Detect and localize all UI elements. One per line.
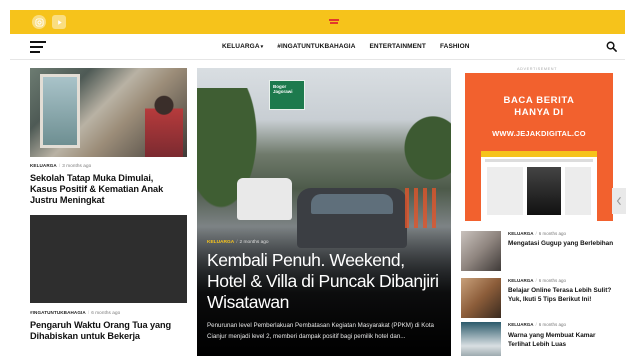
article-meta: KELUARGA/6 months ago: [508, 278, 567, 283]
article-title[interactable]: Sekolah Tatap Muka Dimulai, Kasus Positi…: [30, 173, 180, 206]
article-category[interactable]: KELUARGA: [508, 278, 534, 283]
chevron-down-icon: ▾: [260, 44, 264, 50]
search-icon[interactable]: [606, 41, 617, 52]
hero-title[interactable]: Kembali Penuh. Weekend, Hotel & Villa di…: [207, 250, 447, 313]
nav-item-entertainment[interactable]: ENTERTAINMENT: [370, 43, 426, 50]
article-thumbnail[interactable]: [461, 322, 501, 356]
main-navigation: KELUARGA▾ #INGATUNTUKBAHAGIA ENTERTAINME…: [10, 34, 625, 60]
article-meta: KELUARGA/6 months ago: [508, 322, 567, 327]
article-thumbnail[interactable]: [30, 215, 187, 303]
advertisement-banner[interactable]: BACA BERITA HANYA DI WWW.JEJAKDIGITAL.CO: [465, 73, 613, 221]
article-meta: KELUARGA/6 months ago: [508, 231, 567, 236]
thumbnail-person-shape: [145, 88, 183, 157]
thumbnail-window-shape: [40, 74, 80, 148]
hamburger-icon[interactable]: [30, 41, 46, 53]
hero-car-shape: [237, 178, 292, 220]
nav-item-keluarga[interactable]: KELUARGA▾: [222, 43, 263, 50]
article-title[interactable]: Mengatasi Gugup yang Berlebihan: [508, 239, 616, 248]
ad-label: ADVERTISEMENT: [517, 67, 558, 71]
site-logo[interactable]: [329, 18, 339, 26]
chevron-left-icon[interactable]: [612, 188, 626, 214]
hero-excerpt: Penurunan level Pemberlakuan Pembatasan …: [207, 322, 435, 340]
ad-headline: HANYA DI: [514, 107, 564, 118]
article-title[interactable]: Belajar Online Terasa Lebih Sulit? Yuk, …: [508, 286, 616, 304]
hero-meta: KELUARGA/2 months ago: [207, 240, 269, 245]
hero-car-shape: [297, 188, 407, 248]
article-category[interactable]: KELUARGA: [508, 322, 534, 327]
article-time: 6 months ago: [538, 231, 567, 236]
article-thumbnail[interactable]: [461, 278, 501, 318]
top-bar: [10, 10, 625, 34]
article-time: 6 months ago: [538, 278, 567, 283]
page-gutter: [0, 0, 10, 356]
hero-traffic-cones: [405, 188, 439, 228]
hero-time: 2 months ago: [239, 240, 269, 245]
chevron-left-glyph: [616, 196, 621, 206]
road-sign-text: Bogor Jagorawi: [273, 84, 293, 94]
instagram-glyph: [34, 17, 44, 27]
nav-menu: KELUARGA▾ #INGATUNTUKBAHAGIA ENTERTAINME…: [222, 43, 470, 50]
article-category[interactable]: KELUARGA: [508, 231, 534, 236]
page: KELUARGA▾ #INGATUNTUKBAHAGIA ENTERTAINME…: [0, 0, 626, 356]
article-category[interactable]: KELUARGA: [30, 163, 57, 168]
article-time: 3 months ago: [62, 163, 92, 168]
article-time: 6 months ago: [538, 322, 567, 327]
article-meta: #INGATUNTUKBAHAGIA/6 months ago: [30, 310, 121, 315]
article-thumbnail[interactable]: [30, 68, 187, 157]
article-time: 6 months ago: [91, 310, 121, 315]
hero-category[interactable]: KELUARGA: [207, 240, 234, 245]
nav-item-fashion[interactable]: FASHION: [440, 43, 470, 50]
youtube-glyph: [57, 19, 62, 25]
article-title[interactable]: Warna yang Membuat Kamar Terlihat Lebih …: [508, 331, 616, 349]
ad-url: WWW.JEJAKDIGITAL.CO: [492, 129, 586, 138]
road-sign: Bogor Jagorawi: [269, 80, 305, 110]
youtube-icon[interactable]: [52, 15, 66, 29]
instagram-icon[interactable]: [32, 15, 46, 29]
article-category[interactable]: #INGATUNTUKBAHAGIA: [30, 310, 86, 315]
article-thumbnail[interactable]: [461, 231, 501, 271]
nav-item-ingatuntukbahagia[interactable]: #INGATUNTUKBAHAGIA: [277, 43, 355, 50]
ad-headline: BACA BERITA: [503, 95, 575, 106]
article-title[interactable]: Pengaruh Waktu Orang Tua yang Dihabiskan…: [30, 320, 180, 342]
article-meta: KELUARGA/3 months ago: [30, 163, 92, 168]
ad-screenshot: [481, 151, 597, 221]
hero-trees-right: [397, 108, 451, 188]
